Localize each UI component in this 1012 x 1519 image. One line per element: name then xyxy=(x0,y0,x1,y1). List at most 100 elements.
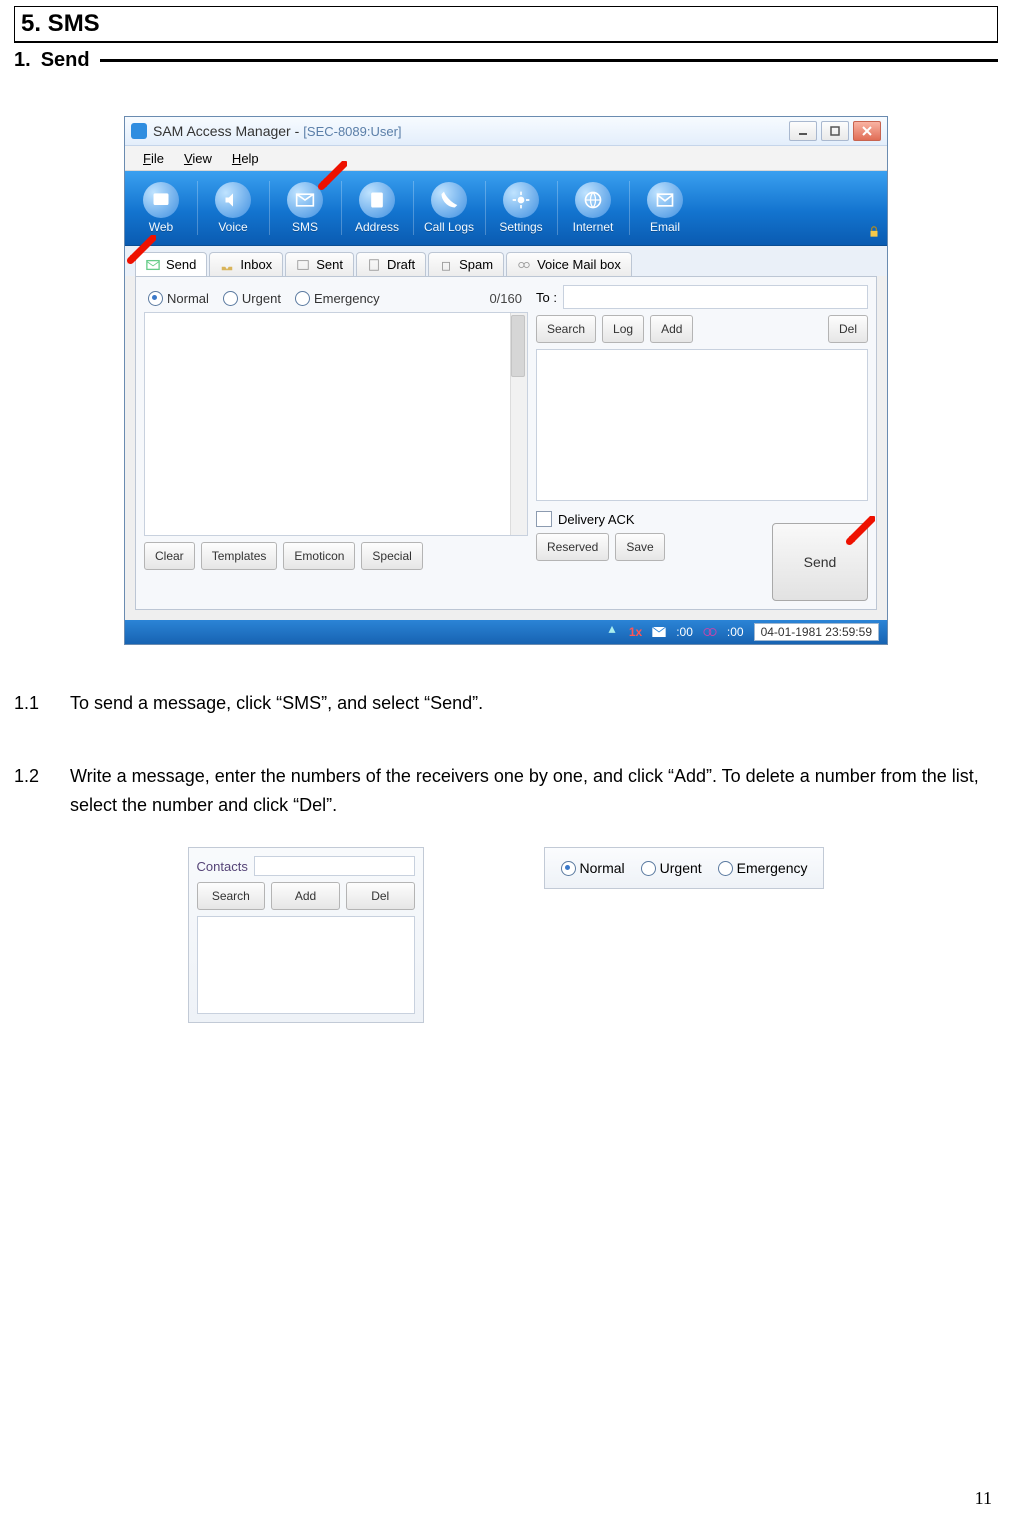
radio-urgent-2[interactable]: Urgent xyxy=(641,860,702,876)
delivery-ack-label: Delivery ACK xyxy=(558,512,635,527)
radio-dot-icon xyxy=(561,861,576,876)
radio-urgent[interactable]: Urgent xyxy=(223,291,281,306)
step-1-1: 1.1 To send a message, click “SMS”, and … xyxy=(14,689,998,718)
add-button[interactable]: Add xyxy=(650,315,693,343)
address-icon xyxy=(359,182,395,218)
log-button[interactable]: Log xyxy=(602,315,644,343)
menu-view[interactable]: View xyxy=(174,149,222,168)
radio-dot-icon xyxy=(641,861,656,876)
call-logs-icon xyxy=(431,182,467,218)
char-counter: 0/160 xyxy=(489,291,522,306)
tab-send[interactable]: Send xyxy=(135,252,207,276)
radio-dot-icon xyxy=(718,861,733,876)
search-button[interactable]: Search xyxy=(536,315,596,343)
page-number: 11 xyxy=(975,1488,992,1509)
lock-icon xyxy=(867,225,881,239)
del-button[interactable]: Del xyxy=(828,315,868,343)
voice-icon xyxy=(215,182,251,218)
toolbar-web[interactable]: Web xyxy=(125,171,197,245)
message-textarea[interactable] xyxy=(144,312,528,536)
send-button[interactable]: Send xyxy=(772,523,868,601)
voice-status-icon xyxy=(703,626,717,638)
close-button[interactable] xyxy=(853,121,881,141)
priority-panel: Normal Urgent Emergency xyxy=(544,847,825,889)
window-title: SAM Access Manager - xyxy=(153,123,299,139)
inbox-icon xyxy=(220,258,234,272)
menu-file[interactable]: File xyxy=(133,149,174,168)
tab-sent[interactable]: Sent xyxy=(285,252,354,276)
clear-button[interactable]: Clear xyxy=(144,542,195,570)
templates-button[interactable]: Templates xyxy=(201,542,278,570)
annotation-arrow-send-btn xyxy=(841,516,875,553)
tab-inbox-label: Inbox xyxy=(240,257,272,272)
to-row: To : xyxy=(536,285,868,309)
radio-emergency-2[interactable]: Emergency xyxy=(718,860,808,876)
contacts-del-button[interactable]: Del xyxy=(346,882,415,910)
minimize-button[interactable] xyxy=(789,121,817,141)
toolbar-call-logs[interactable]: Call Logs xyxy=(413,171,485,245)
subsection-num: 1. xyxy=(14,49,31,72)
contacts-add-button[interactable]: Add xyxy=(271,882,340,910)
signal-icon xyxy=(605,625,619,639)
step-text: To send a message, click “SMS”, and sele… xyxy=(70,689,998,718)
contacts-list[interactable] xyxy=(197,916,415,1014)
draft-icon xyxy=(367,258,381,272)
status-1x: 1x xyxy=(629,625,642,639)
email-icon xyxy=(647,182,683,218)
tab-draft[interactable]: Draft xyxy=(356,252,426,276)
toolbar-address[interactable]: Address xyxy=(341,171,413,245)
subsection-row: 1. Send xyxy=(14,49,998,72)
tab-voice-mail-label: Voice Mail box xyxy=(537,257,621,272)
tab-sent-label: Sent xyxy=(316,257,343,272)
tab-spam[interactable]: Spam xyxy=(428,252,504,276)
status-clock: 04-01-1981 23:59:59 xyxy=(754,623,879,641)
scrollbar[interactable] xyxy=(510,313,527,535)
subsection-title: Send xyxy=(41,49,90,72)
contacts-label: Contacts xyxy=(197,859,248,874)
web-icon xyxy=(143,182,179,218)
toolbar-internet[interactable]: Internet xyxy=(557,171,629,245)
menubar: File View Help xyxy=(125,146,887,171)
subsection-rule xyxy=(100,59,998,62)
contacts-input[interactable] xyxy=(254,856,415,876)
tab-draft-label: Draft xyxy=(387,257,415,272)
statusbar: 1x :00 :00 04-01-1981 23:59:59 xyxy=(125,620,887,644)
special-button[interactable]: Special xyxy=(361,542,422,570)
to-input[interactable] xyxy=(563,285,868,309)
app-icon xyxy=(131,123,147,139)
menu-help[interactable]: Help xyxy=(222,149,269,168)
contacts-panel: Contacts Search Add Del xyxy=(188,847,424,1023)
toolbar: Web Voice SMS Address Call Logs Settings… xyxy=(125,171,887,246)
radio-emergency[interactable]: Emergency xyxy=(295,291,380,306)
maximize-button[interactable] xyxy=(821,121,849,141)
tab-voice-mail[interactable]: Voice Mail box xyxy=(506,252,632,276)
step-1-2: 1.2 Write a message, enter the numbers o… xyxy=(14,762,998,820)
contacts-search-button[interactable]: Search xyxy=(197,882,266,910)
delivery-ack-checkbox[interactable] xyxy=(536,511,552,527)
toolbar-sms[interactable]: SMS xyxy=(269,171,341,245)
reserved-button[interactable]: Reserved xyxy=(536,533,609,561)
toolbar-settings[interactable]: Settings xyxy=(485,171,557,245)
save-button[interactable]: Save xyxy=(615,533,664,561)
tab-spam-label: Spam xyxy=(459,257,493,272)
step-text: Write a message, enter the numbers of th… xyxy=(70,762,998,820)
scroll-thumb[interactable] xyxy=(511,315,525,377)
radio-dot-icon xyxy=(148,291,163,306)
priority-row: Normal Urgent Emergency 0/160 xyxy=(144,285,526,312)
work-area: Normal Urgent Emergency 0/160 Clear Temp… xyxy=(135,276,877,610)
toolbar-voice[interactable]: Voice xyxy=(197,171,269,245)
tab-row: Send Inbox Sent Draft Spam Voice Mail bo… xyxy=(125,246,887,276)
radio-normal-2[interactable]: Normal xyxy=(561,860,625,876)
recipients-list[interactable] xyxy=(536,349,868,501)
radio-dot-icon xyxy=(295,291,310,306)
spam-icon xyxy=(439,258,453,272)
emoticon-button[interactable]: Emoticon xyxy=(283,542,355,570)
mail-status-icon xyxy=(652,627,666,637)
toolbar-email[interactable]: Email xyxy=(629,171,701,245)
internet-icon xyxy=(575,182,611,218)
tab-inbox[interactable]: Inbox xyxy=(209,252,283,276)
to-label: To : xyxy=(536,290,557,305)
radio-normal[interactable]: Normal xyxy=(148,291,209,306)
app-window: SAM Access Manager - [SEC-8089:User] Fil… xyxy=(124,116,888,645)
section-heading: 5. SMS xyxy=(14,6,998,43)
